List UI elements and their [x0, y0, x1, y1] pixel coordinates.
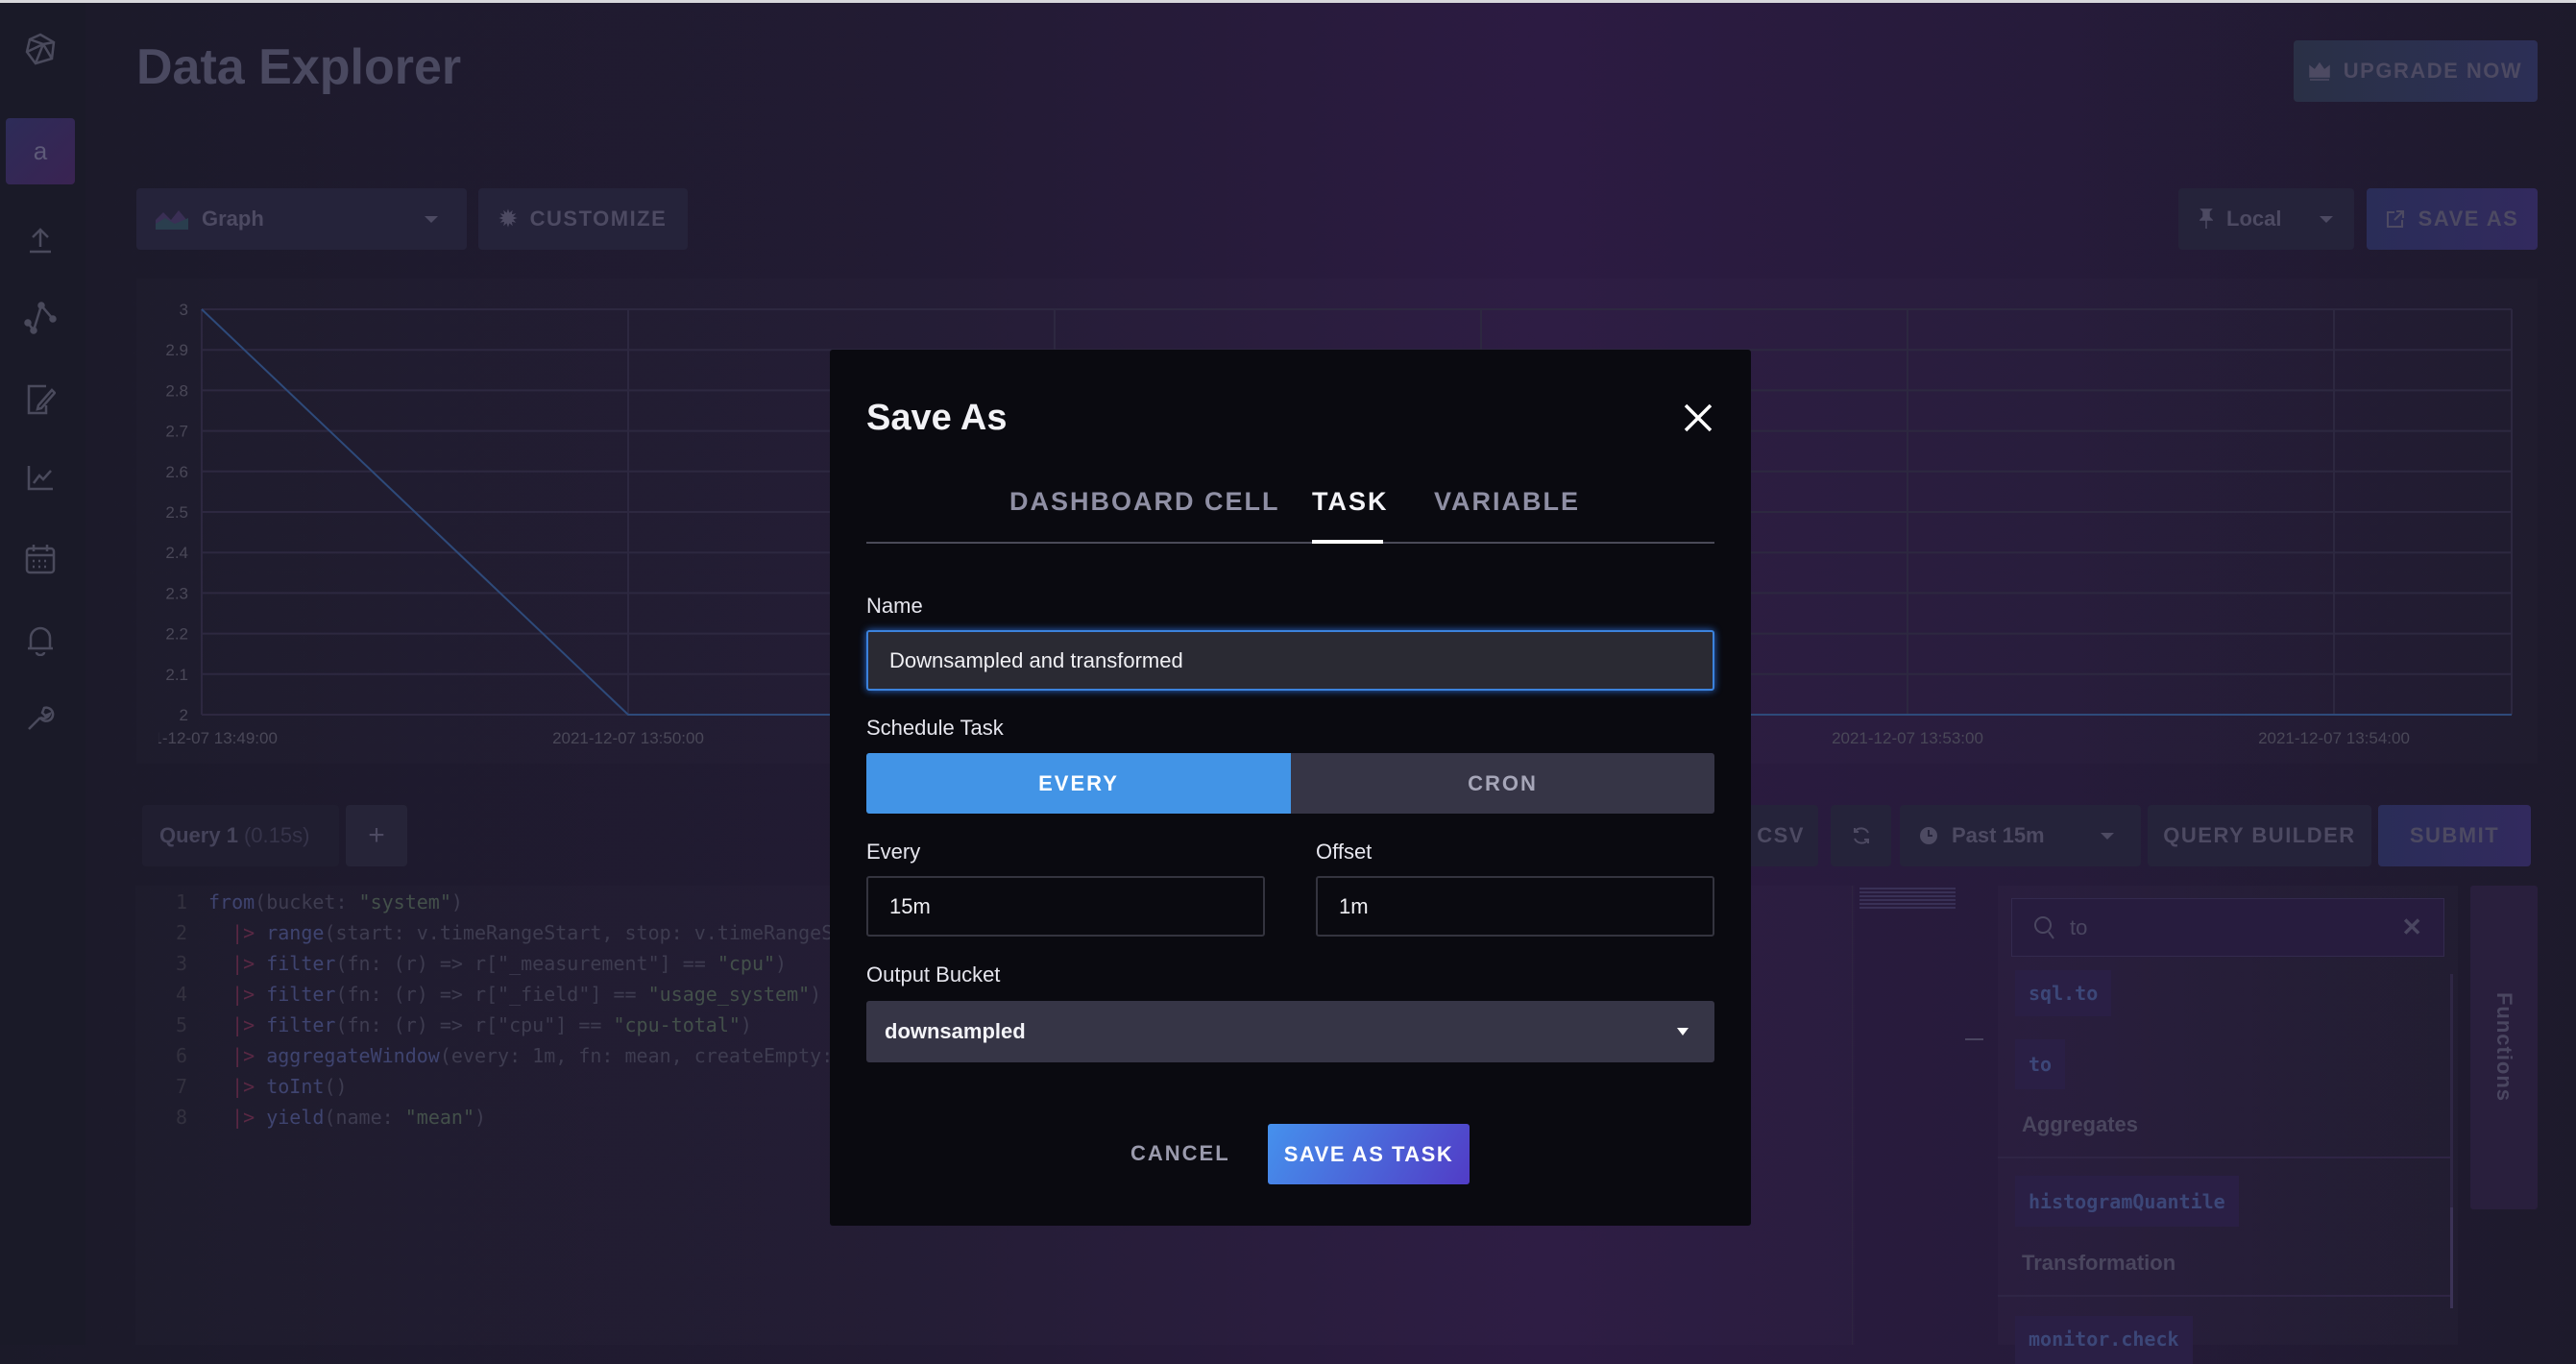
output-bucket-dropdown[interactable]: downsampled — [866, 1001, 1714, 1062]
y-tick-label: 3 — [180, 301, 188, 319]
tab-dashboard-cell[interactable]: DASHBOARD CELL — [1009, 487, 1280, 517]
y-tick-label: 2.3 — [165, 584, 188, 602]
query-tab[interactable]: Query 1(0.15s) — [142, 805, 339, 866]
submit-button[interactable]: SUBMIT — [2378, 805, 2531, 866]
function-search-input[interactable]: to ✕ — [2011, 898, 2444, 957]
code-minimap[interactable] — [1859, 888, 1956, 911]
name-label: Name — [866, 594, 923, 619]
code-text: |> aggregateWindow(every: 1m, fn: mean, … — [208, 1040, 914, 1071]
close-button[interactable] — [1683, 402, 1713, 433]
y-tick-label: 2.8 — [165, 381, 188, 400]
y-tick-label: 2.4 — [165, 544, 188, 562]
code-text: |> filter(fn: (r) => r["_field"] == "usa… — [208, 979, 821, 1010]
y-tick-label: 2.1 — [165, 666, 188, 684]
schedule-every-toggle[interactable]: EVERY — [866, 753, 1291, 814]
cancel-button[interactable]: CANCEL — [1130, 1141, 1230, 1166]
functions-side-tab[interactable]: Functions — [2470, 886, 2538, 1209]
dialog-title: Save As — [866, 398, 1007, 439]
function-item[interactable]: to — [2015, 1039, 2065, 1089]
line-number: 3 — [168, 948, 187, 979]
close-icon — [1683, 402, 1713, 433]
line-number: 1 — [168, 887, 187, 917]
minimap-divider — [1852, 886, 1853, 1345]
tab-task[interactable]: TASK — [1312, 487, 1389, 517]
y-tick-label: 2.7 — [165, 423, 188, 441]
line-number: 2 — [168, 917, 187, 948]
function-category: Transformation — [2022, 1251, 2175, 1276]
x-tick-label: 2021-12-07 13:49:00 — [126, 729, 278, 747]
every-input[interactable]: 15m — [866, 876, 1265, 937]
time-range-dropdown[interactable]: Past 15m — [1900, 805, 2141, 866]
y-tick-label: 2 — [180, 706, 188, 724]
y-tick-label: 2.6 — [165, 463, 188, 481]
code-text: |> filter(fn: (r) => r["cpu"] == "cpu-to… — [208, 1010, 752, 1040]
y-tick-label: 2.5 — [165, 503, 188, 522]
function-item[interactable]: sql.to — [2015, 970, 2111, 1016]
clock-icon — [1919, 826, 1938, 845]
code-text: |> filter(fn: (r) => r["_measurement"] =… — [208, 948, 787, 979]
output-bucket-label: Output Bucket — [866, 962, 1000, 987]
chevron-down-icon — [2101, 833, 2114, 840]
schedule-cron-toggle[interactable]: CRON — [1291, 753, 1714, 814]
every-label: Every — [866, 840, 920, 865]
add-query-button[interactable]: + — [346, 805, 407, 866]
line-number: 4 — [168, 979, 187, 1010]
y-tick-label: 2.9 — [165, 341, 188, 359]
code-text: |> yield(name: "mean") — [208, 1102, 486, 1133]
code-text: |> range(start: v.timeRangeStart, stop: … — [208, 917, 879, 948]
tab-variable[interactable]: VARIABLE — [1434, 487, 1580, 517]
divider — [1998, 1157, 2451, 1158]
schedule-task-label: Schedule Task — [866, 716, 1004, 741]
active-tab-indicator — [1312, 540, 1383, 544]
code-text: from(bucket: "system") — [208, 887, 463, 917]
panel-resize-handle[interactable] — [1965, 1038, 1983, 1040]
chevron-down-icon — [1677, 1028, 1689, 1035]
save-as-task-button[interactable]: SAVE AS TASK — [1268, 1124, 1470, 1184]
refresh-button[interactable] — [1831, 805, 1891, 866]
functions-panel: to ✕ sql.to to Aggregates histogramQuant… — [1998, 886, 2458, 1345]
line-number: 8 — [168, 1102, 187, 1133]
scrollbar-thumb[interactable] — [2450, 1207, 2453, 1308]
x-tick-label: 2021-12-07 13:53:00 — [1832, 729, 1983, 747]
line-number: 6 — [168, 1040, 187, 1071]
query-builder-button[interactable]: QUERY BUILDER — [2148, 805, 2371, 866]
divider — [1998, 1295, 2451, 1297]
function-item[interactable]: monitor.check — [2015, 1316, 2193, 1364]
line-number: 7 — [168, 1071, 187, 1102]
clear-search-icon[interactable]: ✕ — [2401, 913, 2422, 942]
search-icon — [2033, 915, 2056, 940]
line-number: 5 — [168, 1010, 187, 1040]
function-category: Aggregates — [2022, 1112, 2138, 1137]
y-tick-label: 2.2 — [165, 625, 188, 644]
offset-input[interactable]: 1m — [1316, 876, 1714, 937]
x-tick-label: 2021-12-07 13:54:00 — [2258, 729, 2410, 747]
code-text: |> toInt() — [208, 1071, 348, 1102]
function-item[interactable]: histogramQuantile — [2015, 1176, 2239, 1227]
tabs-divider — [866, 542, 1714, 544]
x-tick-label: 2021-12-07 13:50:00 — [552, 729, 704, 747]
save-as-dialog: Save As DASHBOARD CELL TASK VARIABLE Nam… — [830, 350, 1751, 1226]
task-name-input[interactable]: Downsampled and transformed — [866, 630, 1714, 691]
refresh-icon — [1851, 825, 1872, 846]
offset-label: Offset — [1316, 840, 1372, 865]
